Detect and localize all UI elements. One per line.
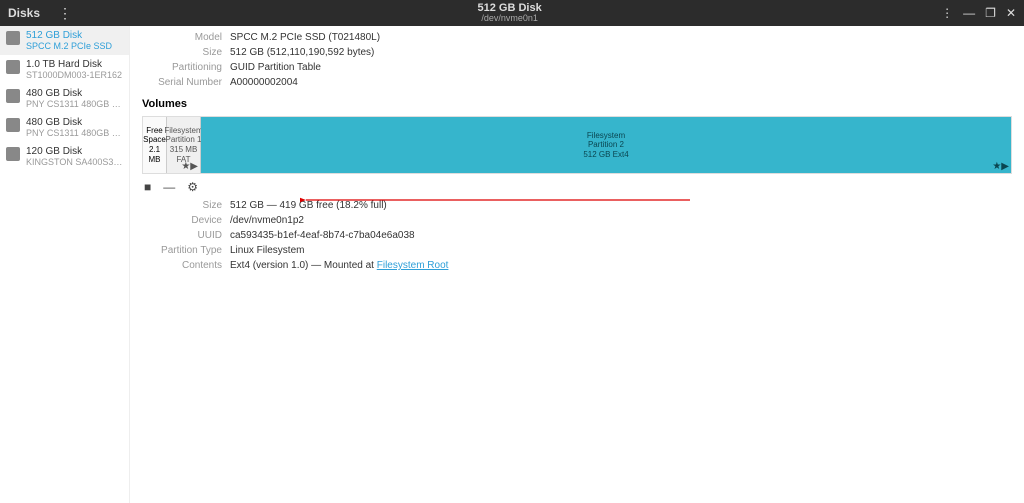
label-part-size: Size — [142, 200, 230, 211]
drive-menu-icon[interactable]: ⋮ — [941, 6, 953, 20]
disk-title: 120 GB Disk — [26, 146, 123, 157]
disk-title: 480 GB Disk — [26, 117, 123, 128]
volume-map: Free Space2.1 MB FilesystemPartition 131… — [142, 116, 1012, 174]
sidebar-item-disk[interactable]: 480 GB Disk PNY CS1311 480GB SSD — [0, 84, 129, 113]
disk-icon — [6, 60, 20, 74]
label-uuid: UUID — [142, 230, 230, 241]
disk-sub: ST1000DM003-1ER162 — [26, 70, 123, 80]
value-device: /dev/nvme0n1p2 — [230, 215, 304, 226]
label-partitioning: Partitioning — [142, 62, 230, 73]
label-partition-type: Partition Type — [142, 245, 230, 256]
disk-sub: PNY CS1311 480GB SSD — [26, 128, 123, 138]
content: ModelSPCC M.2 PCIe SSD (T021480L) Size51… — [130, 26, 1024, 503]
volumes-heading: Volumes — [142, 98, 1012, 110]
sidebar: 512 GB Disk SPCC M.2 PCIe SSD 1.0 TB Har… — [0, 26, 130, 503]
value-partition-type: Linux Filesystem — [230, 245, 304, 256]
disk-title: 512 GB Disk — [26, 30, 123, 41]
disk-title: 480 GB Disk — [26, 88, 123, 99]
label-contents: Contents — [142, 260, 230, 271]
partition-icons: ★▶ — [992, 161, 1009, 172]
label-device: Device — [142, 215, 230, 226]
sidebar-item-disk[interactable]: 1.0 TB Hard Disk ST1000DM003-1ER162 — [0, 55, 129, 84]
sidebar-item-disk[interactable]: 512 GB Disk SPCC M.2 PCIe SSD — [0, 26, 129, 55]
disk-sub: PNY CS1311 480GB SSD — [26, 99, 123, 109]
unmount-icon[interactable]: ■ — [144, 180, 151, 194]
titlebar-center: 512 GB Disk /dev/nvme0n1 — [78, 2, 941, 24]
sidebar-item-disk[interactable]: 120 GB Disk KINGSTON SA400S37120G — [0, 142, 129, 171]
hamburger-icon[interactable]: ⋮ — [52, 5, 78, 22]
window-controls: ⋮ — ❐ ✕ — [941, 6, 1016, 20]
value-partitioning: GUID Partition Table — [230, 62, 321, 73]
minimize-icon[interactable]: — — [963, 6, 975, 20]
value-model: SPCC M.2 PCIe SSD (T021480L) — [230, 32, 380, 43]
app-name: Disks — [8, 6, 40, 20]
disk-title: 1.0 TB Hard Disk — [26, 59, 123, 70]
disk-icon — [6, 31, 20, 45]
partition-icons: ★▶ — [181, 161, 198, 172]
maximize-icon[interactable]: ❐ — [985, 6, 996, 20]
gear-icon[interactable]: ⚙ — [187, 180, 198, 194]
value-uuid: ca593435-b1ef-4eaf-8b74-c7ba04e6a038 — [230, 230, 415, 241]
volume-free-space[interactable]: Free Space2.1 MB — [143, 117, 167, 173]
value-serial: A00000002004 — [230, 77, 298, 88]
label-serial: Serial Number — [142, 77, 230, 88]
disk-sub: SPCC M.2 PCIe SSD — [26, 41, 123, 51]
main: 512 GB Disk SPCC M.2 PCIe SSD 1.0 TB Har… — [0, 26, 1024, 503]
disk-icon — [6, 118, 20, 132]
disk-icon — [6, 147, 20, 161]
volume-partition-2[interactable]: FilesystemPartition 2512 GB Ext4 ★▶ — [201, 117, 1011, 173]
value-size: 512 GB (512,110,190,592 bytes) — [230, 47, 374, 58]
delete-partition-icon[interactable]: — — [163, 180, 175, 194]
value-contents: Ext4 (version 1.0) — Mounted at Filesyst… — [230, 260, 448, 271]
close-icon[interactable]: ✕ — [1006, 6, 1016, 20]
filesystem-root-link[interactable]: Filesystem Root — [377, 260, 449, 271]
disk-sub: KINGSTON SA400S37120G — [26, 157, 123, 167]
label-size: Size — [142, 47, 230, 58]
disk-icon — [6, 89, 20, 103]
label-model: Model — [142, 32, 230, 43]
sidebar-item-disk[interactable]: 480 GB Disk PNY CS1311 480GB SSD — [0, 113, 129, 142]
window-subtitle: /dev/nvme0n1 — [78, 14, 941, 24]
volume-partition-1[interactable]: FilesystemPartition 1315 MB FAT ★▶ — [167, 117, 201, 173]
titlebar: Disks ⋮ 512 GB Disk /dev/nvme0n1 ⋮ — ❐ ✕ — [0, 0, 1024, 26]
